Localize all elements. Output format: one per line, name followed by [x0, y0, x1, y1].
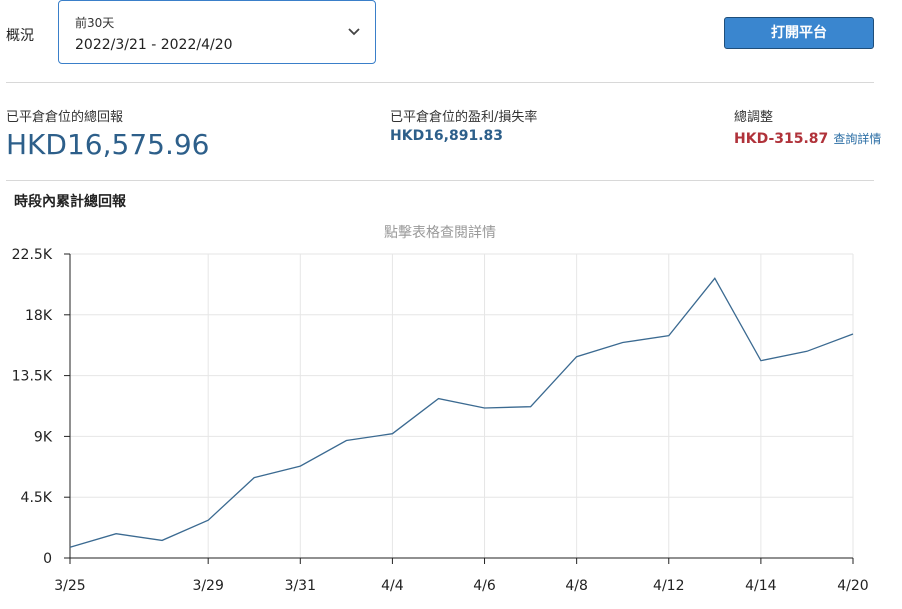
section-title: 時段內累計總回報 [14, 194, 126, 210]
data-point [481, 404, 489, 412]
data-point [619, 338, 627, 346]
y-tick-label: 4.5K [21, 490, 53, 506]
total-return-value: HKD16,575.96 [6, 128, 210, 161]
data-point [204, 516, 212, 524]
data-point [711, 274, 719, 282]
data-point [250, 474, 258, 482]
period-select[interactable]: 前30天 2022/3/21 - 2022/4/20 [58, 0, 376, 64]
data-point [66, 543, 74, 551]
data-point [665, 332, 673, 340]
period-label: 前30天 [75, 16, 115, 30]
x-tick-label: 4/4 [381, 578, 404, 594]
y-tick-label: 18K [25, 308, 53, 324]
data-point [434, 395, 442, 403]
divider [6, 82, 874, 83]
x-tick-label: 4/14 [745, 578, 777, 594]
data-point [342, 436, 350, 444]
x-tick-label: 3/31 [285, 578, 316, 594]
series-line [69, 277, 854, 548]
total-return-label: 已平倉倉位的總回報 [6, 110, 124, 125]
x-tick-label: 3/25 [54, 578, 85, 594]
x-tick-label: 4/12 [653, 578, 684, 594]
data-point [527, 403, 535, 411]
data-point [158, 536, 166, 544]
y-tick-label: 22.5K [12, 247, 53, 263]
data-point [112, 530, 120, 538]
period-value: 2022/3/21 - 2022/4/20 [75, 37, 233, 53]
x-tick-label: 3/29 [192, 578, 223, 594]
data-point [849, 330, 857, 338]
chart-hint: 點擊表格查閱詳情 [384, 225, 496, 241]
pnl-value: HKD16,891.83 [390, 128, 504, 144]
adjustment-details-link[interactable]: 查詢詳情 [833, 132, 881, 146]
pnl-label: 已平倉倉位的盈利/損失率 [390, 110, 538, 125]
x-tick-label: 4/20 [837, 578, 868, 594]
y-tick-label: 9K [34, 429, 53, 445]
adjustment-row: HKD-315.87 查詢詳情 [734, 128, 881, 147]
chevron-down-icon [348, 28, 360, 36]
adjustment-label: 總調整 [734, 110, 774, 125]
x-tick-label: 4/8 [565, 578, 588, 594]
data-point [296, 462, 304, 470]
adjustment-value: HKD-315.87 [734, 131, 829, 147]
data-point [757, 357, 765, 365]
divider [6, 180, 874, 181]
open-platform-button[interactable]: 打開平台 [724, 17, 874, 49]
cumulative-return-chart[interactable]: 0 4.5K 9K 13.5K 18K 22.5K 3/25 3/29 3/31 4/4 4/6 4/… [0, 240, 902, 609]
page-title: 概況 [6, 28, 34, 44]
data-point [803, 347, 811, 355]
x-tick-label: 4/6 [473, 578, 496, 594]
data-point [573, 353, 581, 361]
y-tick-label: 0 [43, 551, 52, 567]
data-point [388, 430, 396, 438]
y-tick-label: 13.5K [12, 369, 53, 385]
